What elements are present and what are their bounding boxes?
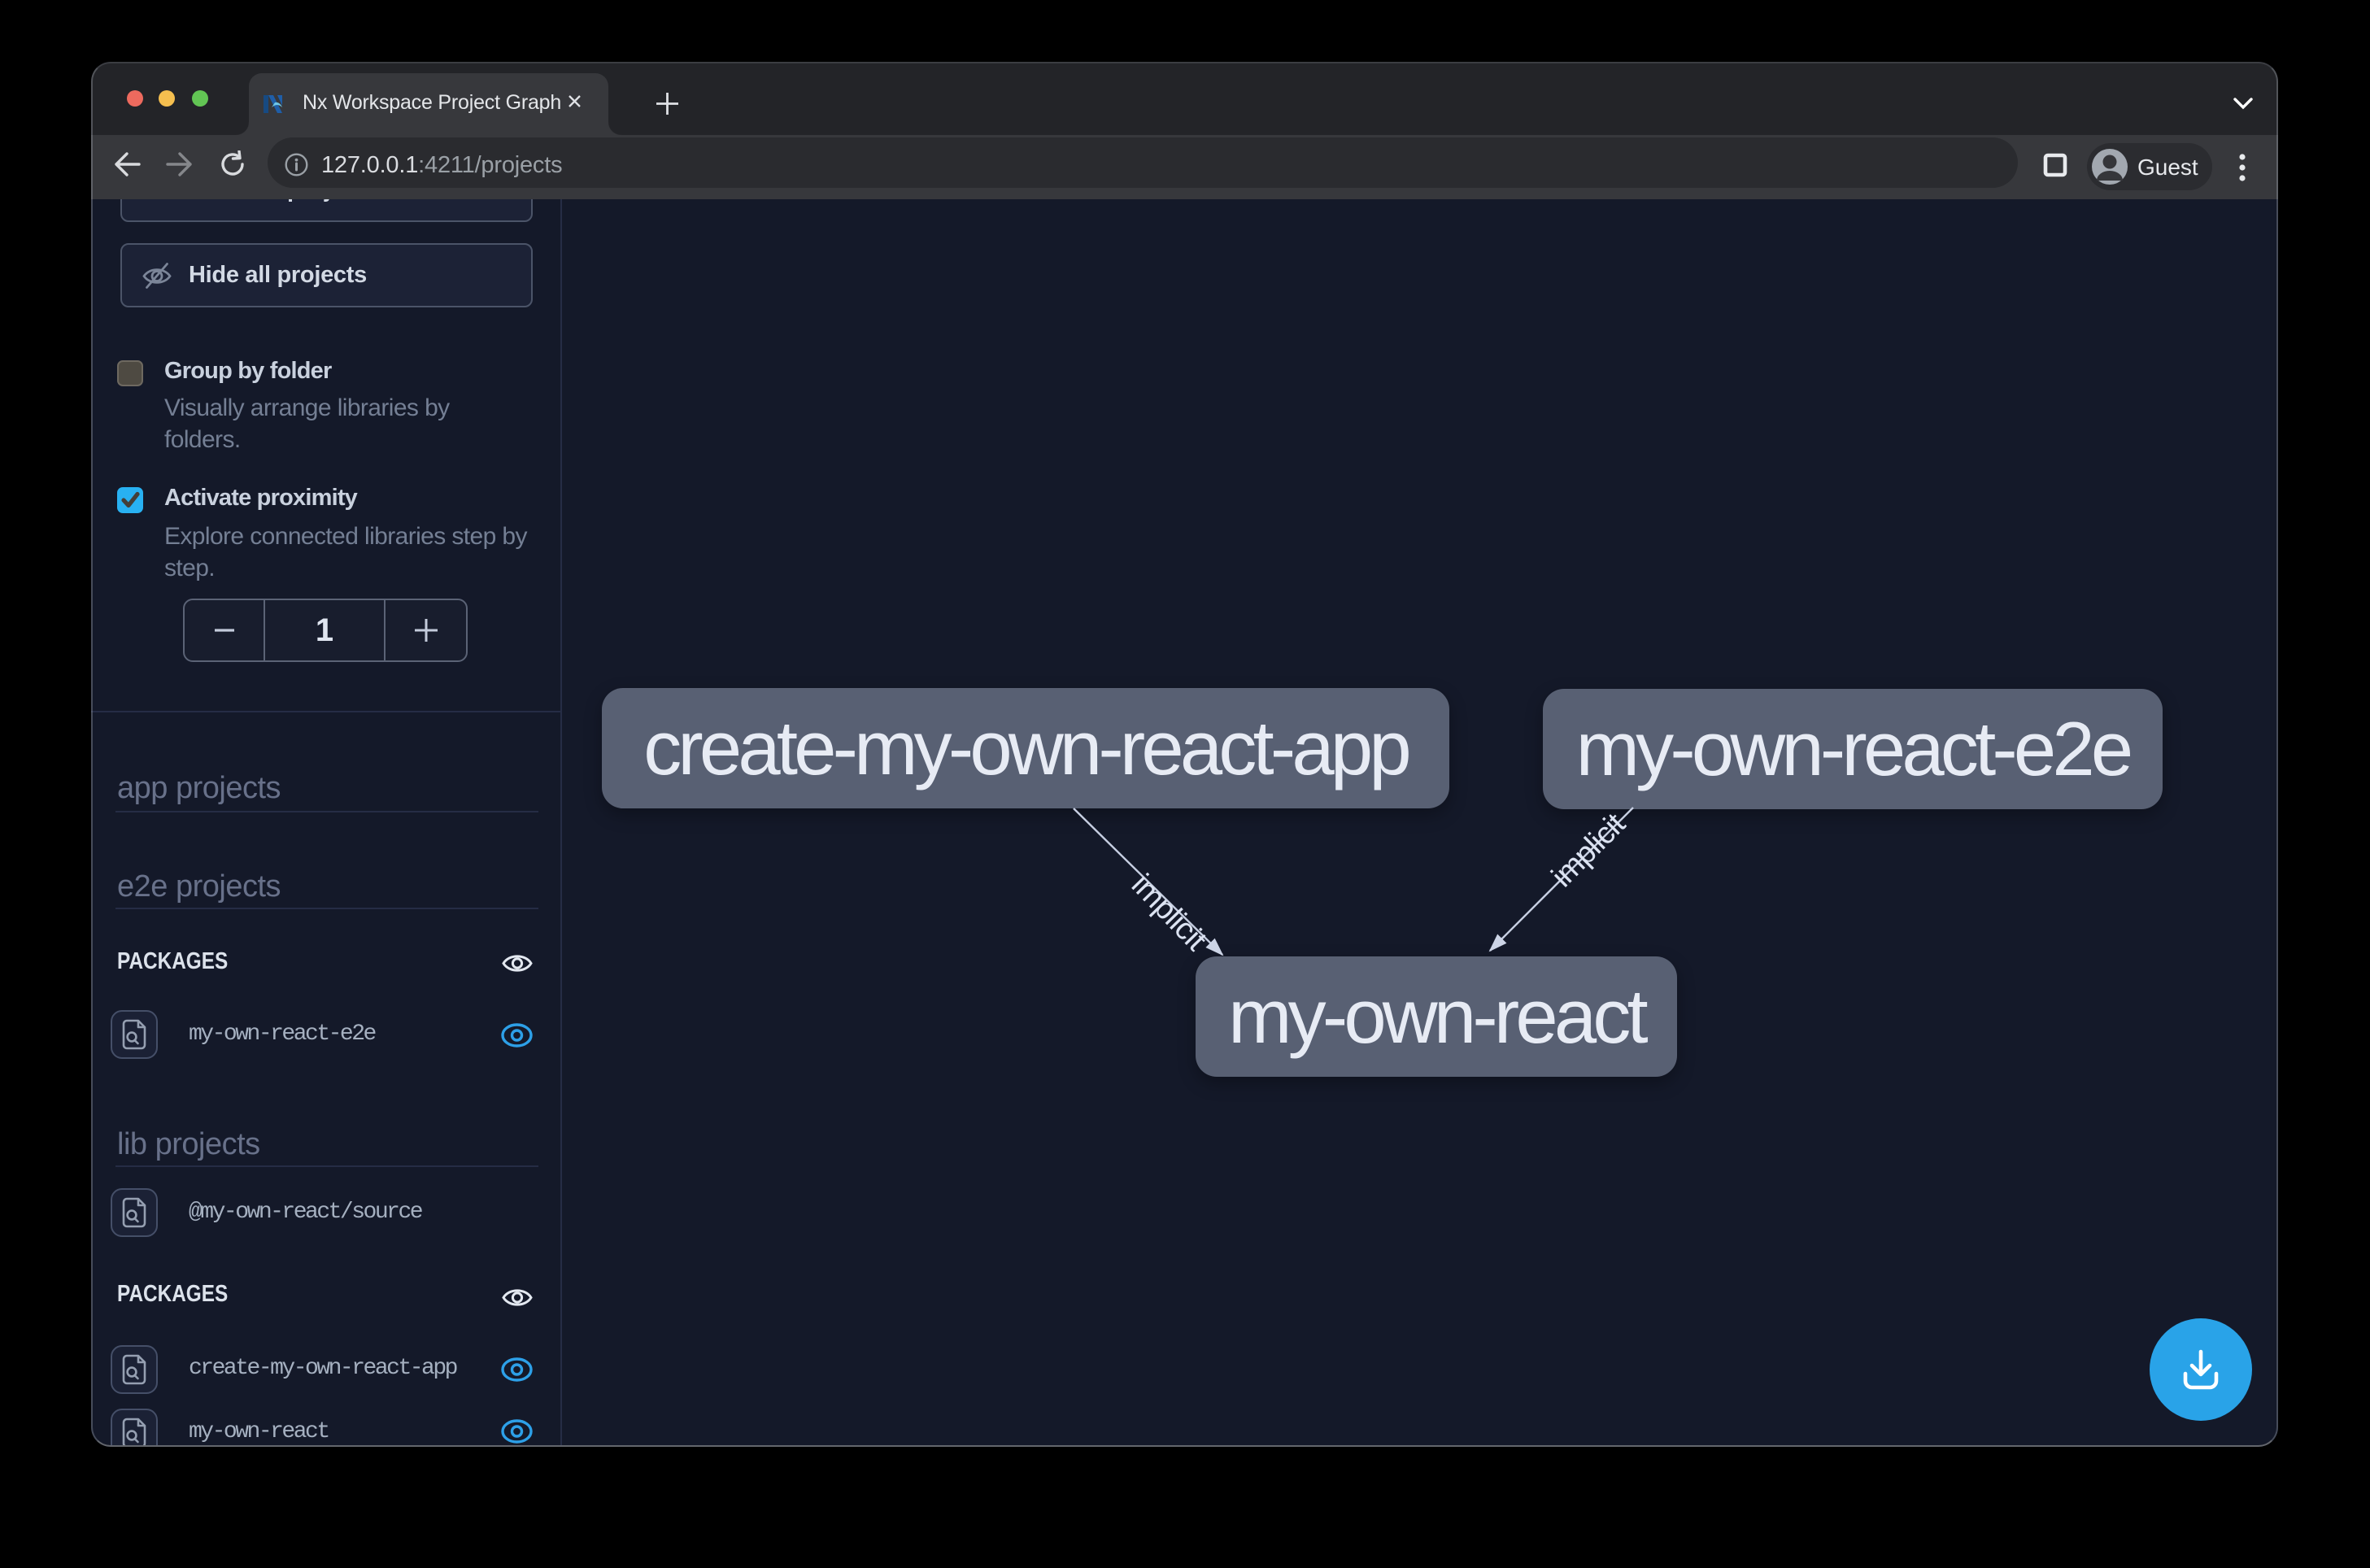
svg-text:implicit: implicit xyxy=(1125,868,1213,958)
svg-text:implicit: implicit xyxy=(1545,807,1632,894)
